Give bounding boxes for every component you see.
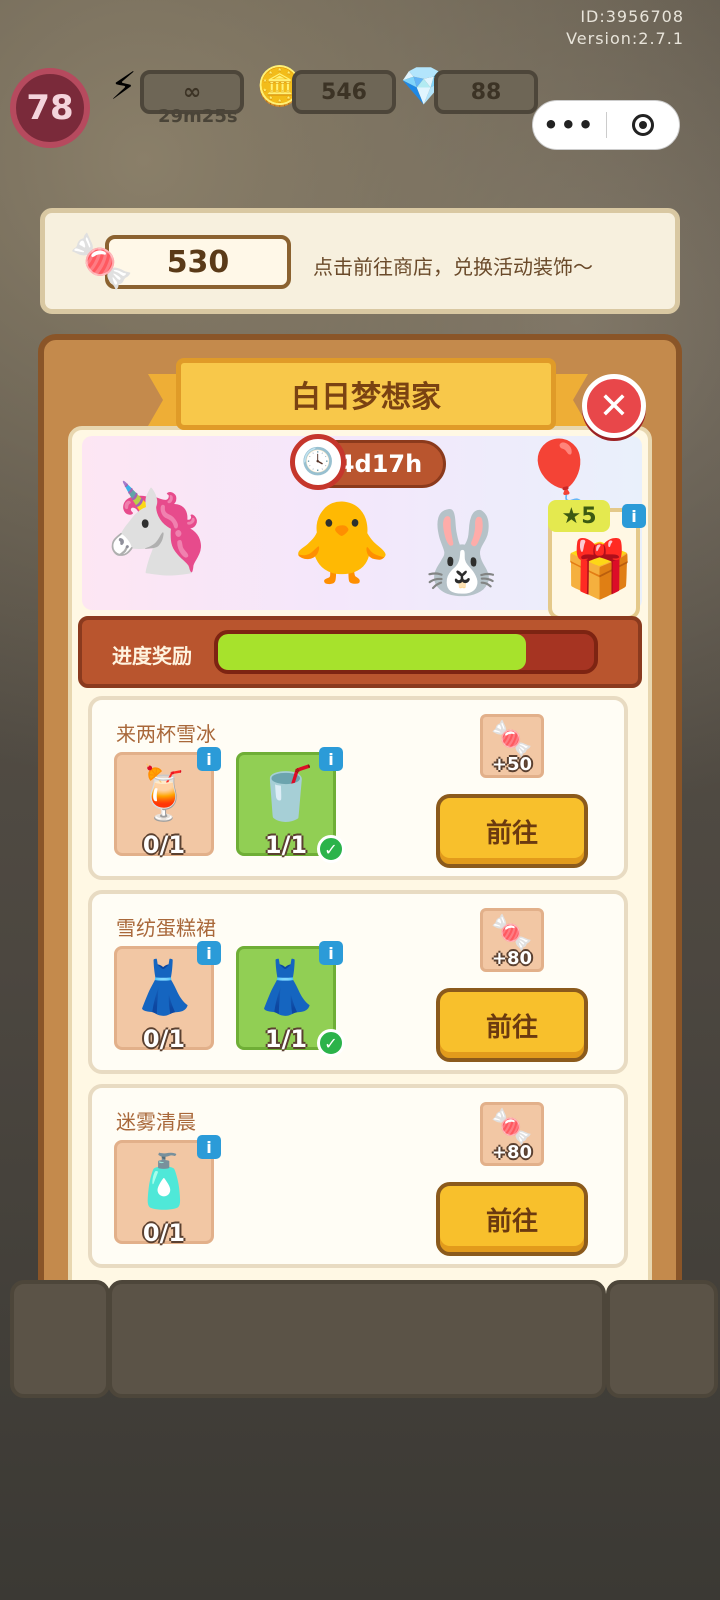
background-panel [108,1280,606,1398]
miniprogram-capsule: ••• [532,100,680,150]
progress-label: 进度奖励 [112,644,192,668]
clock-icon: 🕓 [290,434,346,490]
task-item[interactable]: 👗 1/1 i ✓ [236,941,345,1057]
coin-counter[interactable]: 546 [292,70,396,114]
task-item[interactable]: 👗 0/1 i [114,941,221,1053]
duck-character-icon: 🐥 [292,496,392,589]
shop-banner[interactable]: 🍬 530 点击前往商店，兑换活动装饰～ [40,208,680,314]
reward-box: 🍬 +80 [480,908,544,972]
pink-perfume-icon: 🧴 [131,1152,197,1212]
reward-box: 🍬 +50 [480,714,544,778]
go-button[interactable]: 前往 [436,794,588,868]
info-icon[interactable]: i [197,1135,221,1159]
reward-value: +80 [491,948,533,969]
task-item[interactable]: 🍹 0/1 i [114,747,221,859]
info-icon[interactable]: i [319,747,343,771]
task-title: 来两杯雪冰 [116,722,216,746]
target-icon [631,114,654,136]
check-icon: ✓ [317,1029,345,1057]
task-item[interactable]: 🧴 0/1 i [114,1135,221,1247]
close-miniprogram-button[interactable] [607,114,680,136]
candy-icon: 🍬 [69,232,134,292]
reward-box: 🍬 +80 [480,1102,544,1166]
energy-timer: 29m25s [158,106,238,127]
check-icon: ✓ [317,835,345,863]
gift-box-icon: 🎁 [564,537,634,602]
info-icon[interactable]: i [197,941,221,965]
close-button[interactable]: ✕ [582,374,646,438]
item-count: 0/1 [142,831,186,859]
shop-hint: 点击前往商店，兑换活动装饰～ [313,255,593,279]
task-item[interactable]: 🥤 1/1 i ✓ [236,747,345,863]
progress-fill [218,634,527,670]
gift-star-value: 5 [581,503,597,529]
gem-counter[interactable]: 88 [434,70,538,114]
progress-reward-bar: 进度奖励 [78,616,642,688]
lightning-icon: ⚡ [110,64,137,108]
task-title: 雪纺蛋糕裙 [116,916,216,940]
white-dress-icon: 👗 [131,958,197,1018]
player-id: ID:3956708 [580,7,684,26]
more-menu-button[interactable]: ••• [533,111,606,139]
purple-dress-icon: 👗 [253,958,319,1018]
gift-star-count: ★ 5 [548,500,610,532]
level-badge[interactable]: 78 [10,68,90,148]
info-icon[interactable]: i [319,941,343,965]
info-icon[interactable]: i [622,504,646,528]
progress-track [214,630,598,674]
reward-value: +80 [491,1142,533,1163]
task-card: 来两杯雪冰 🍹 0/1 i 🥤 1/1 i ✓ 🍬 +50 前往 [88,696,628,880]
balloon-icon: 🎈 [522,437,597,507]
item-count: 0/1 [142,1025,186,1053]
bunny-character-icon: 🐰 [412,506,512,599]
background-button [10,1280,110,1398]
strawberry-milkshake-icon: 🥤 [253,764,319,824]
reward-value: +50 [491,754,533,775]
go-button[interactable]: 前往 [436,1182,588,1256]
candy-icon: 🍬 [490,913,534,953]
event-title: 白日梦想家 [176,358,556,430]
info-icon[interactable]: i [197,747,221,771]
version-text: Version:2.7.1 [566,29,684,48]
candy-icon: 🍬 [490,719,534,759]
task-card: 雪纺蛋糕裙 👗 0/1 i 👗 1/1 i ✓ 🍬 +80 前往 [88,890,628,1074]
build-info: ID:3956708 Version:2.7.1 [566,6,684,50]
unicorn-character-icon: 🦄 [102,476,212,579]
task-title: 迷雾清晨 [116,1110,196,1134]
candy-icon: 🍬 [490,1107,534,1147]
task-card: 迷雾清晨 🧴 0/1 i 🍬 +80 前往 [88,1084,628,1268]
go-button[interactable]: 前往 [436,988,588,1062]
item-count: 0/1 [142,1219,186,1247]
background-button [606,1280,718,1398]
melon-soda-icon: 🍹 [131,764,197,824]
event-panel: 🦄 🐥 🐰 🎈 白日梦想家 ✕ 4d17h 🕓 i ★ 5 🎁 进度奖励 来两杯雪… [38,334,682,1364]
